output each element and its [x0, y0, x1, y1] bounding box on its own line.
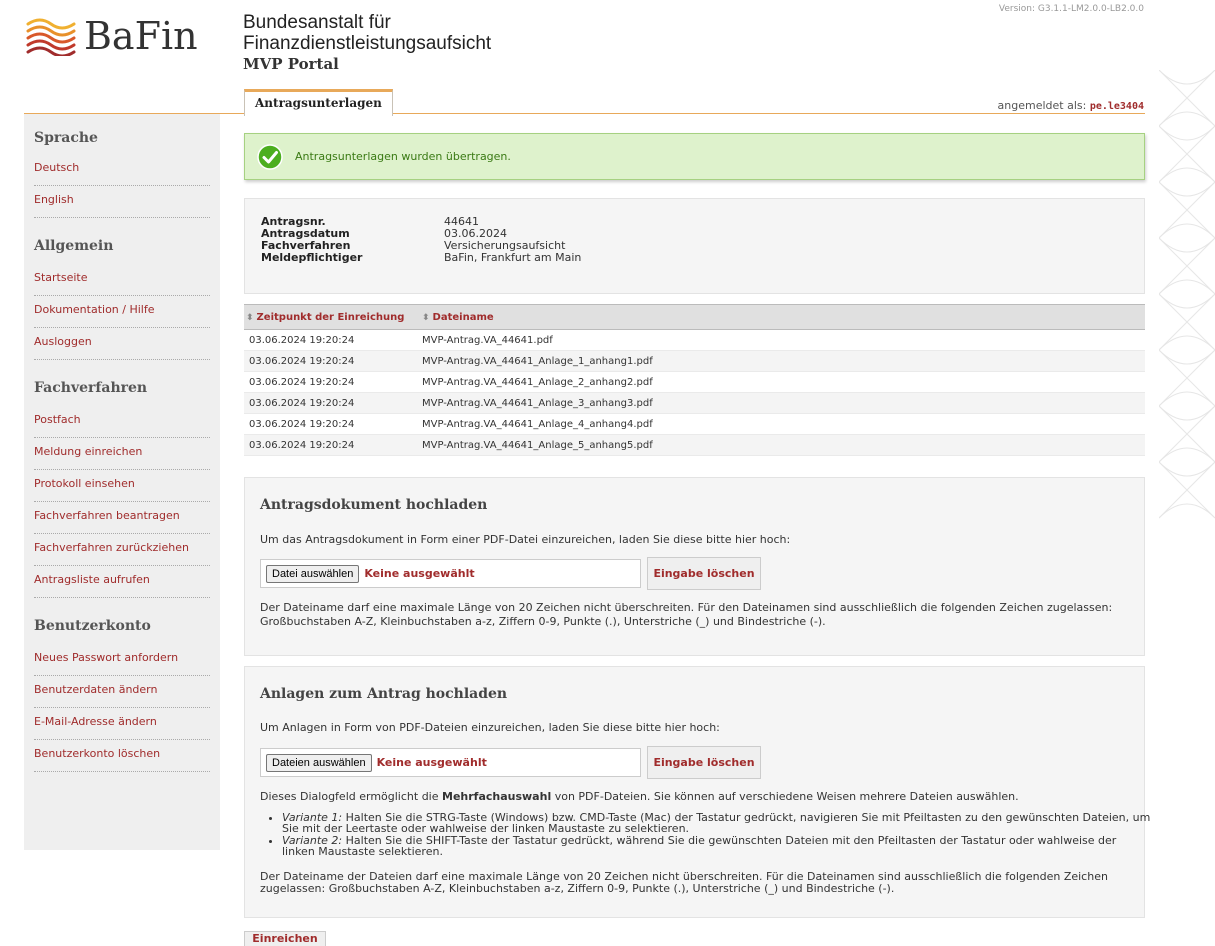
- table-row: 03.06.2024 19:20:24 MVP-Antrag.VA_44641.p…: [244, 329, 1145, 351]
- version-label: Version: G3.1.1-LM2.0.0-LB2.0.0: [998, 4, 1144, 14]
- sidebar-item-email-aendern[interactable]: E-Mail-Adresse ändern: [34, 708, 210, 740]
- upload-main-section: Antragsdokument hochladen Um das Antrags…: [244, 477, 1145, 656]
- application-info: Antragsnr. 44641 Antragsdatum 03.06.2024 F…: [244, 198, 1145, 294]
- info-row: Meldepflichtiger BaFin, Frankfurt am Main: [261, 252, 581, 264]
- cell-filename: MVP-Antrag.VA_44641_Anlage_1_anhang1.pdf: [422, 350, 1145, 372]
- upload-attachments-section: Anlagen zum Antrag hochladen Um Anlagen …: [244, 666, 1150, 918]
- submit-button[interactable]: Einreichen: [244, 931, 326, 946]
- cell-timestamp: 03.06.2024 19:20:24: [244, 329, 422, 351]
- cell-filename: MVP-Antrag.VA_44641_Anlage_2_anhang2.pdf: [422, 371, 1145, 393]
- filename-rules: Der Dateiname darf eine maximale Länge v…: [260, 601, 1113, 614]
- header-line2: Finanzdienstleistungsaufsicht: [243, 33, 492, 54]
- cell-timestamp: 03.06.2024 19:20:24: [244, 434, 422, 456]
- login-status: angemeldet als: pe.le3404: [998, 99, 1144, 112]
- sidebar: Sprache Deutsch English Allgemein Starts…: [24, 114, 220, 850]
- portal-title: MVP Portal: [243, 55, 339, 73]
- logo-text: BaFin: [84, 14, 198, 58]
- cell-filename: MVP-Antrag.VA_44641.pdf: [422, 329, 1145, 351]
- clear-input-button[interactable]: Eingabe löschen: [647, 557, 761, 590]
- sidebar-group-sprache: Sprache Deutsch English: [34, 114, 210, 218]
- section-title: Antragsdokument hochladen: [260, 497, 488, 513]
- sort-icon: ⬍: [422, 312, 430, 323]
- file-status: Keine ausgewählt: [376, 756, 487, 769]
- sidebar-item-dokumentation[interactable]: Dokumentation / Hilfe: [34, 296, 210, 328]
- table-header-row: ⬍ Zeitpunkt der Einreichung ⬍ Dateiname: [244, 304, 1145, 330]
- sidebar-item-protokoll-einsehen[interactable]: Protokoll einsehen: [34, 470, 210, 502]
- multiselect-info: Dieses Dialogfeld ermöglicht die Mehrfac…: [260, 790, 1019, 803]
- sort-icon: ⬍: [246, 312, 254, 323]
- header-title: Bundesanstalt für Finanzdienstleistungsa…: [243, 12, 491, 75]
- sidebar-group-allgemein: Allgemein Startseite Dokumentation / Hil…: [34, 218, 210, 360]
- sidebar-item-fachverfahren-zurueckziehen[interactable]: Fachverfahren zurückziehen: [34, 534, 210, 566]
- submitted-files-table: ⬍ Zeitpunkt der Einreichung ⬍ Dateiname 03…: [244, 304, 1145, 456]
- info-label: Meldepflichtiger: [261, 251, 363, 264]
- column-header-zeitpunkt[interactable]: ⬍ Zeitpunkt der Einreichung: [244, 304, 422, 330]
- login-user: pe.le3404: [1089, 101, 1144, 112]
- cell-timestamp: 03.06.2024 19:20:24: [244, 392, 422, 414]
- cell-filename: MVP-Antrag.VA_44641_Anlage_3_anhang3.pdf: [422, 392, 1145, 414]
- sidebar-item-deutsch[interactable]: Deutsch: [34, 154, 210, 186]
- sidebar-item-meldung-einreichen[interactable]: Meldung einreichen: [34, 438, 210, 470]
- list-item: Variante 2: Halten Sie die SHIFT-Taste d…: [282, 835, 1152, 857]
- sidebar-item-passwort-anfordern[interactable]: Neues Passwort anfordern: [34, 644, 210, 676]
- header-line1: Bundesanstalt für: [243, 12, 391, 33]
- choose-file-button[interactable]: Datei auswählen: [266, 564, 360, 583]
- info-table: Antragsnr. 44641 Antragsdatum 03.06.2024 F…: [261, 216, 581, 264]
- sidebar-heading: Sprache: [34, 130, 98, 146]
- checkmark-icon: [257, 143, 283, 170]
- section-title: Anlagen zum Antrag hochladen: [260, 686, 508, 702]
- table-row: 03.06.2024 19:20:24 MVP-Antrag.VA_44641_A…: [244, 350, 1145, 372]
- cell-timestamp: 03.06.2024 19:20:24: [244, 413, 422, 435]
- tab-antragsunterlagen[interactable]: Antragsunterlagen: [244, 89, 393, 116]
- sidebar-item-benutzerdaten[interactable]: Benutzerdaten ändern: [34, 676, 210, 708]
- login-prefix: angemeldet als:: [997, 99, 1087, 112]
- bafin-logo[interactable]: BaFin: [24, 14, 198, 58]
- table-row: 03.06.2024 19:20:24 MVP-Antrag.VA_44641_A…: [244, 371, 1145, 393]
- sidebar-group-fachverfahren: Fachverfahren Postfach Meldung einreiche…: [34, 360, 210, 598]
- table-row: 03.06.2024 19:20:24 MVP-Antrag.VA_44641_A…: [244, 392, 1145, 414]
- section-intro: Um das Antragsdokument in Form einer PDF…: [260, 533, 791, 546]
- sidebar-heading: Fachverfahren: [34, 380, 148, 396]
- choose-files-button[interactable]: Dateien auswählen: [266, 753, 372, 772]
- table-row: 03.06.2024 19:20:24 MVP-Antrag.VA_44641_A…: [244, 413, 1145, 435]
- sidebar-item-antragsliste[interactable]: Antragsliste aufrufen: [34, 566, 210, 598]
- cell-timestamp: 03.06.2024 19:20:24: [244, 371, 422, 393]
- sidebar-item-startseite[interactable]: Startseite: [34, 264, 210, 296]
- sidebar-group-benutzerkonto: Benutzerkonto Neues Passwort anfordern B…: [34, 598, 210, 772]
- decorative-pattern: [1159, 70, 1215, 519]
- filename-rules-2: Großbuchstaben A-Z, Kleinbuchstaben a-z,…: [260, 615, 826, 628]
- column-header-dateiname[interactable]: ⬍ Dateiname: [422, 304, 1145, 330]
- section-intro: Um Anlagen in Form von PDF-Dateien einzu…: [260, 721, 720, 734]
- file-input-attachments: Dateien auswählen Keine ausgewählt: [260, 748, 641, 777]
- bafin-waves-icon: [26, 18, 76, 56]
- sidebar-item-konto-loeschen[interactable]: Benutzerkonto löschen: [34, 740, 210, 772]
- sidebar-item-english[interactable]: English: [34, 186, 210, 218]
- table-row: 03.06.2024 19:20:24 MVP-Antrag.VA_44641_A…: [244, 434, 1145, 456]
- sidebar-item-ausloggen[interactable]: Ausloggen: [34, 328, 210, 360]
- info-value: BaFin, Frankfurt am Main: [444, 251, 582, 264]
- sidebar-item-fachverfahren-beantragen[interactable]: Fachverfahren beantragen: [34, 502, 210, 534]
- success-message: Antragsunterlagen wurden übertragen.: [244, 133, 1145, 180]
- sidebar-heading: Benutzerkonto: [34, 618, 151, 634]
- clear-input-button[interactable]: Eingabe löschen: [647, 746, 761, 779]
- filename-rules: Der Dateiname der Dateien darf eine maxi…: [260, 870, 1108, 895]
- sidebar-heading: Allgemein: [34, 238, 114, 254]
- cell-filename: MVP-Antrag.VA_44641_Anlage_5_anhang5.pdf: [422, 434, 1145, 456]
- success-text: Antragsunterlagen wurden übertragen.: [295, 150, 511, 163]
- file-status: Keine ausgewählt: [364, 567, 475, 580]
- cell-filename: MVP-Antrag.VA_44641_Anlage_4_anhang4.pdf: [422, 413, 1145, 435]
- file-input-main: Datei auswählen Keine ausgewählt: [260, 559, 641, 588]
- sidebar-item-postfach[interactable]: Postfach: [34, 406, 210, 438]
- list-item: Variante 1: Halten Sie die STRG-Taste (W…: [282, 812, 1152, 834]
- variant-list: Variante 1: Halten Sie die STRG-Taste (W…: [260, 812, 1152, 858]
- cell-timestamp: 03.06.2024 19:20:24: [244, 350, 422, 372]
